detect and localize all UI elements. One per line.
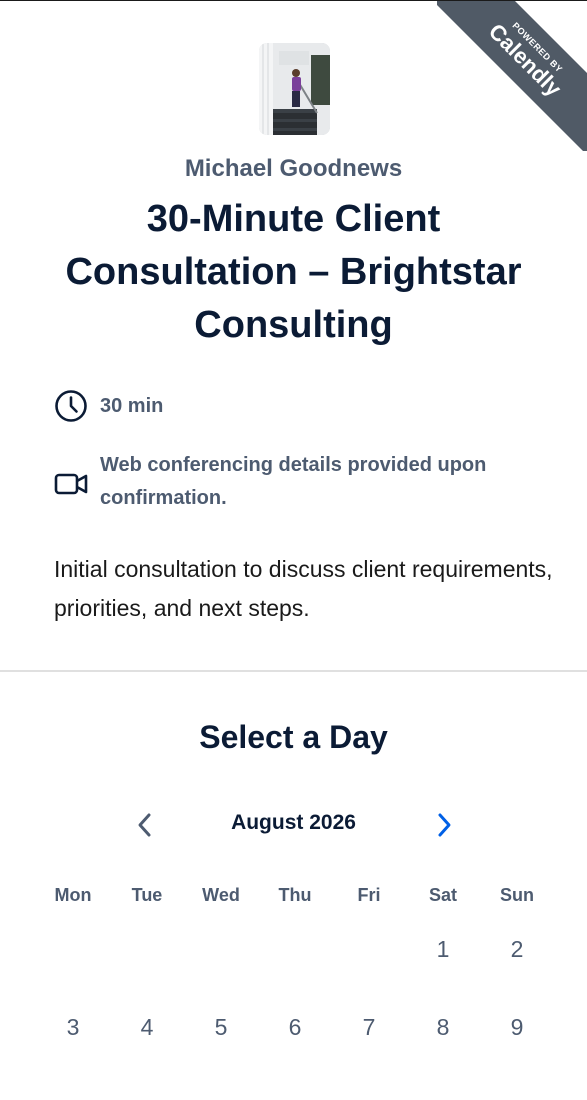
calendar-day: 6 — [288, 1014, 302, 1040]
event-description: Initial consultation to discuss client r… — [54, 556, 553, 621]
event-title: 30-Minute Client Consultation – Brightst… — [65, 198, 522, 346]
calendly-badge[interactable]: POWERED BY Calendly — [437, 1, 587, 151]
calendar-day: 7 — [362, 1014, 376, 1040]
select-day-heading: Select a Day — [199, 719, 388, 755]
calendar-week: 3 4 5 6 7 8 9 — [36, 1011, 554, 1043]
host-name: Michael Goodnews — [184, 155, 403, 182]
conferencing-text: Web conferencing details provided upon c… — [100, 454, 487, 509]
chevron-right-icon — [438, 813, 451, 837]
calendar-day-empty — [36, 933, 110, 965]
weekday-label: Wed — [202, 885, 240, 905]
month-navigation: August 2026 — [0, 807, 587, 843]
clock-icon — [54, 389, 88, 423]
duration-text: 30 min — [100, 395, 164, 417]
calendar-day: 8 — [436, 1014, 450, 1040]
calendar-day-empty — [110, 933, 184, 965]
calendar-day: 4 — [140, 1014, 154, 1040]
calendar-day-empty — [184, 933, 258, 965]
video-camera-icon — [54, 467, 88, 501]
host-avatar — [259, 43, 330, 135]
powered-by-ribbon[interactable]: POWERED BY Calendly — [437, 1, 587, 151]
calendar-day-empty — [332, 933, 406, 965]
calendar-day: 5 — [214, 1014, 228, 1040]
next-month-button[interactable] — [426, 807, 462, 843]
avatar-photo — [259, 43, 330, 135]
weekday-header: Mon Tue Wed Thu Fri Sat Sun — [36, 885, 554, 906]
calendar-day-empty — [258, 933, 332, 965]
calendar-week: 1 2 — [36, 933, 554, 965]
duration-row: 30 min — [54, 389, 163, 423]
weekday-label: Sun — [500, 885, 534, 905]
weekday-label: Mon — [54, 885, 92, 905]
section-divider — [0, 670, 587, 672]
conferencing-row: Web conferencing details provided upon c… — [54, 449, 554, 515]
calendar-day: 1 — [436, 936, 450, 962]
calendar-day: 9 — [510, 1014, 524, 1040]
weekday-label: Fri — [357, 885, 381, 905]
booking-page: POWERED BY Calendly Michael Goodnews 30-… — [0, 0, 587, 1100]
weekday-label: Tue — [131, 885, 163, 905]
weekday-label: Sat — [428, 885, 457, 905]
calendar-day: 2 — [510, 936, 524, 962]
weekday-label: Thu — [278, 885, 312, 905]
calendar-day: 3 — [66, 1014, 80, 1040]
current-month-label: August 2026 — [231, 811, 356, 834]
